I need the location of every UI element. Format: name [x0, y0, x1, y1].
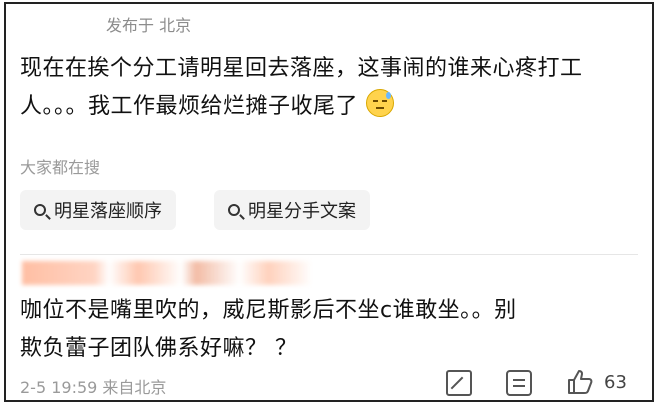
reply-line-2: 欺负蕾子团队佛系好嘛？ ？	[20, 336, 298, 361]
trending-chip-1[interactable]: 明星落座顺序	[20, 190, 176, 230]
post-location: 发布于 北京	[106, 16, 192, 35]
search-icon	[228, 204, 240, 216]
trending-chip-2[interactable]: 明星分手文案	[214, 190, 370, 230]
post-line-2-wrap: 人。。。我工作最烦给烂摊子收尾了	[20, 88, 640, 126]
reply-meta: 2-5 19:59 来自北京	[20, 378, 167, 397]
trending-title: 大家都在搜	[20, 158, 101, 177]
blurred-username	[22, 261, 312, 285]
like-count: 63	[604, 372, 627, 393]
reply-line-1: 咖位不是嘴里吹的，威尼斯影后不坐c谁敢坐。。别	[20, 298, 517, 323]
post-body: 现在在挨个分工请明星回去落座，这事闹的谁来心疼打工 人。。。我工作最烦给烂摊子收…	[20, 50, 640, 126]
chip-label: 明星分手文案	[248, 201, 356, 222]
share-edit-icon[interactable]	[446, 370, 472, 396]
thumbs-up-icon[interactable]	[566, 368, 594, 396]
divider	[20, 254, 638, 255]
chip-label: 明星落座顺序	[54, 201, 162, 222]
search-icon	[34, 204, 46, 216]
post-line-2: 人。。。我工作最烦给烂摊子收尾了	[20, 94, 359, 119]
sweat-smile-emoji-icon	[365, 89, 394, 117]
post-line-1: 现在在挨个分工请明星回去落座，这事闹的谁来心疼打工	[20, 56, 583, 81]
reply-body: 咖位不是嘴里吹的，威尼斯影后不坐c谁敢坐。。别 欺负蕾子团队佛系好嘛？ ？	[20, 292, 640, 368]
weibo-comment-card: 发布于 北京 现在在挨个分工请明星回去落座，这事闹的谁来心疼打工 人。。。我工作…	[4, 2, 654, 402]
comment-icon[interactable]	[506, 370, 532, 396]
